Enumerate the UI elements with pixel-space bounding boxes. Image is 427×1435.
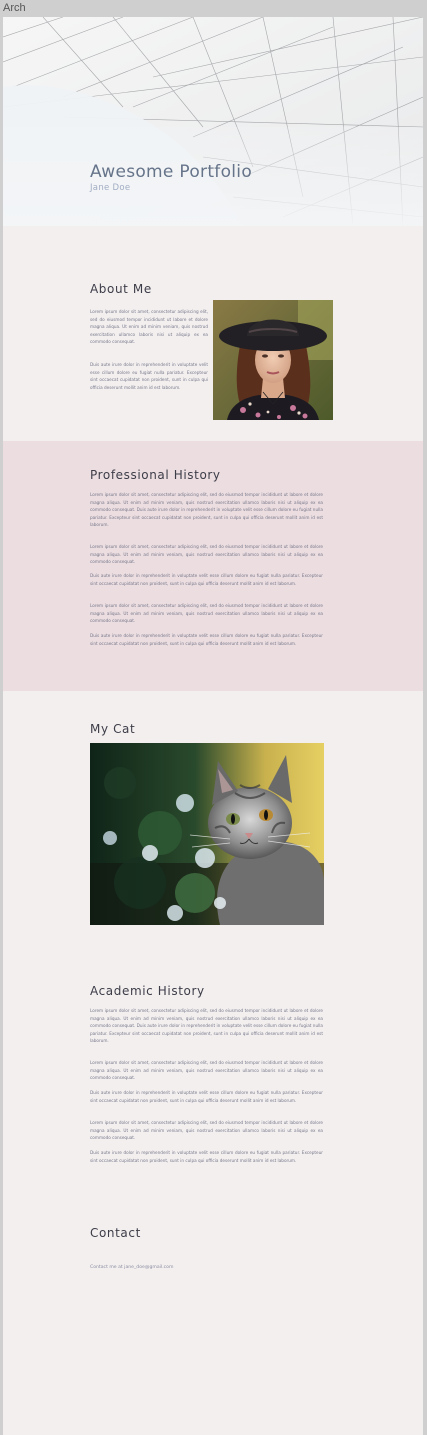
about-paragraph: Lorem ipsum dolor sit amet, consectetur … (90, 309, 208, 344)
professional-paragraph: Lorem ipsum dolor sit amet, consectetur … (90, 544, 323, 564)
professional-paragraph: Lorem ipsum dolor sit amet, consectetur … (90, 492, 323, 527)
window-title: Arch (3, 2, 26, 14)
architecture-background-image (3, 17, 423, 226)
hero-subtitle: Jane Doe (90, 183, 131, 193)
professional-paragraph: Duis aute irure dolor in reprehenderit i… (90, 573, 323, 586)
academic-paragraph: Duis aute irure dolor in reprehenderit i… (90, 1090, 323, 1103)
academic-paragraph: Lorem ipsum dolor sit amet, consectetur … (90, 1008, 323, 1043)
artboard: Awesome Portfolio Jane Doe About Me Lore… (3, 17, 423, 1435)
professional-history-section: Professional History Lorem ipsum dolor s… (3, 441, 423, 691)
cat-image (90, 743, 324, 925)
contact-email-text[interactable]: Contact me at jane_doe@gmail.com (90, 1265, 173, 1270)
about-paragraph: Duis aute irure dolor in reprehenderit i… (90, 362, 208, 390)
window-titlebar: Arch (0, 0, 427, 17)
academic-paragraph: Lorem ipsum dolor sit amet, consectetur … (90, 1060, 323, 1080)
about-section: About Me Lorem ipsum dolor sit amet, con… (3, 226, 423, 441)
my-cat-heading: My Cat (90, 722, 136, 736)
profile-photo (213, 300, 333, 420)
about-heading: About Me (90, 282, 152, 296)
hero-title: Awesome Portfolio (90, 162, 253, 182)
professional-history-heading: Professional History (90, 468, 221, 482)
professional-paragraph: Lorem ipsum dolor sit amet, consectetur … (90, 603, 323, 623)
contact-heading: Contact (90, 1226, 141, 1240)
academic-paragraph: Duis aute irure dolor in reprehenderit i… (90, 1150, 323, 1163)
professional-paragraph: Duis aute irure dolor in reprehenderit i… (90, 633, 323, 646)
portrait-image (213, 300, 333, 420)
academic-history-heading: Academic History (90, 984, 205, 998)
contact-section: Contact Contact me at jane_doe@gmail.com (3, 1206, 423, 1435)
hero-banner: Awesome Portfolio Jane Doe (3, 17, 423, 226)
academic-paragraph: Lorem ipsum dolor sit amet, consectetur … (90, 1120, 323, 1140)
cat-photo (90, 743, 324, 925)
academic-history-section: Academic History Lorem ipsum dolor sit a… (3, 946, 423, 1206)
my-cat-section: My Cat (3, 691, 423, 946)
